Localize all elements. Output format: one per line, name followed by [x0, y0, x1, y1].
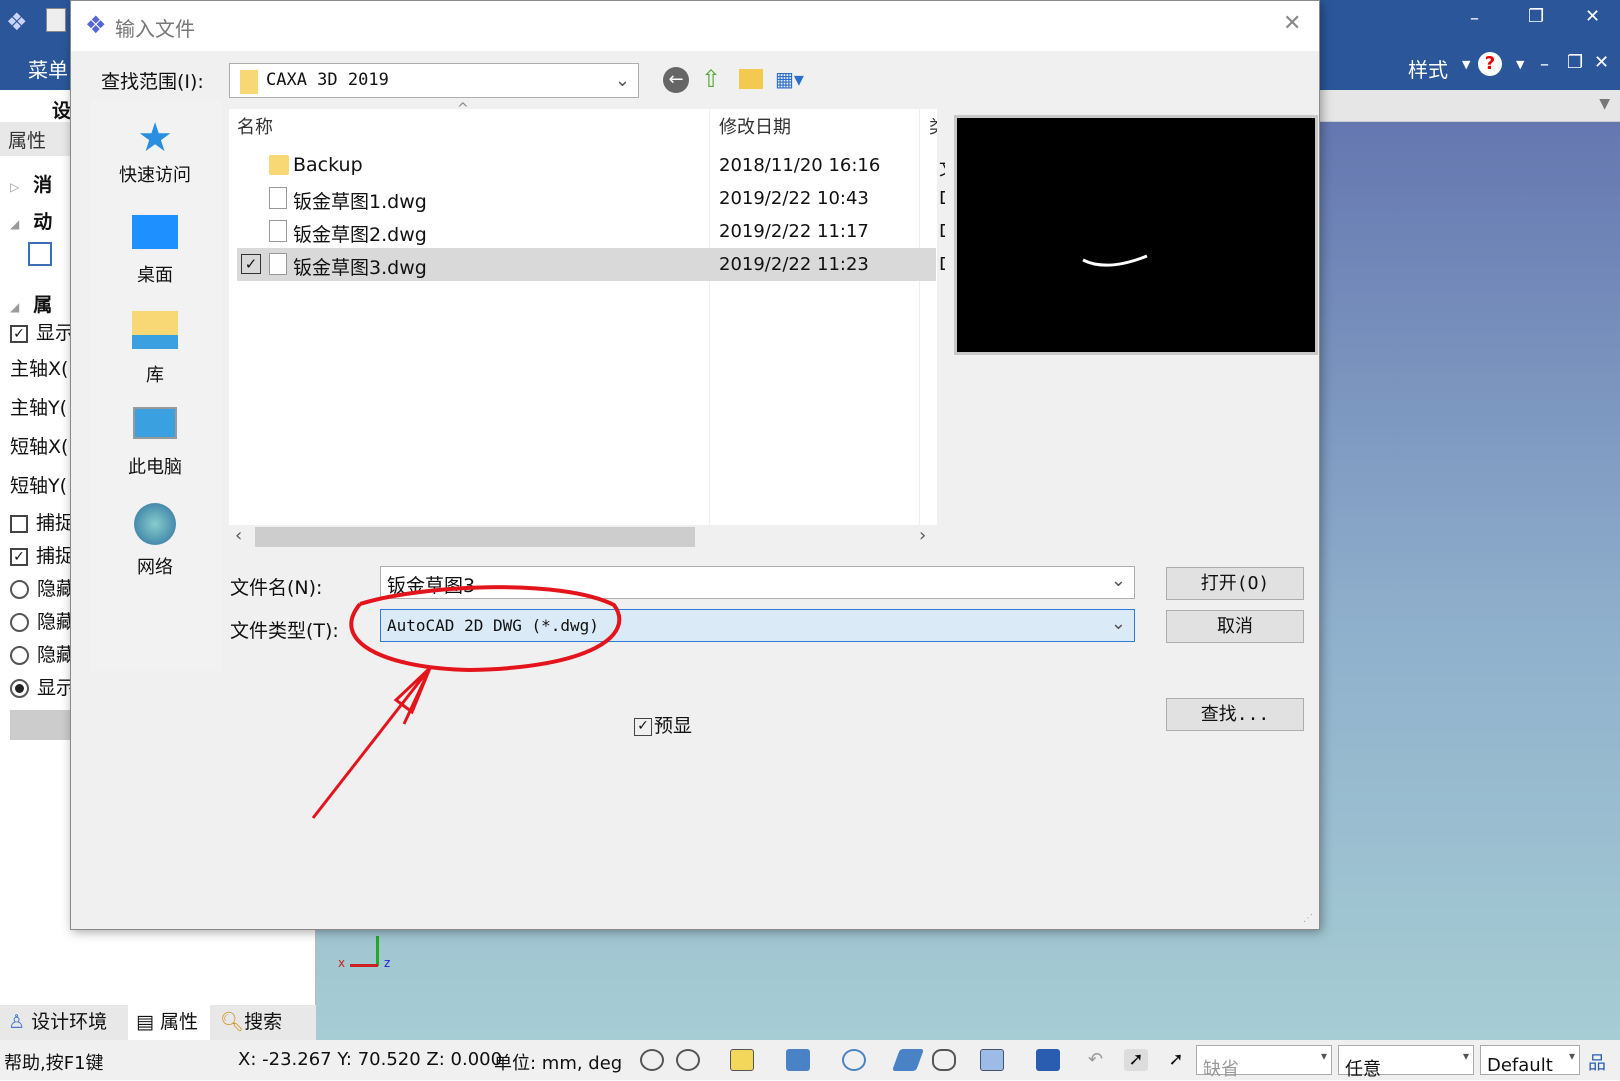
annotation-ellipse [349, 585, 622, 673]
annotation-arrow [311, 666, 432, 819]
red-annotation [311, 585, 622, 819]
